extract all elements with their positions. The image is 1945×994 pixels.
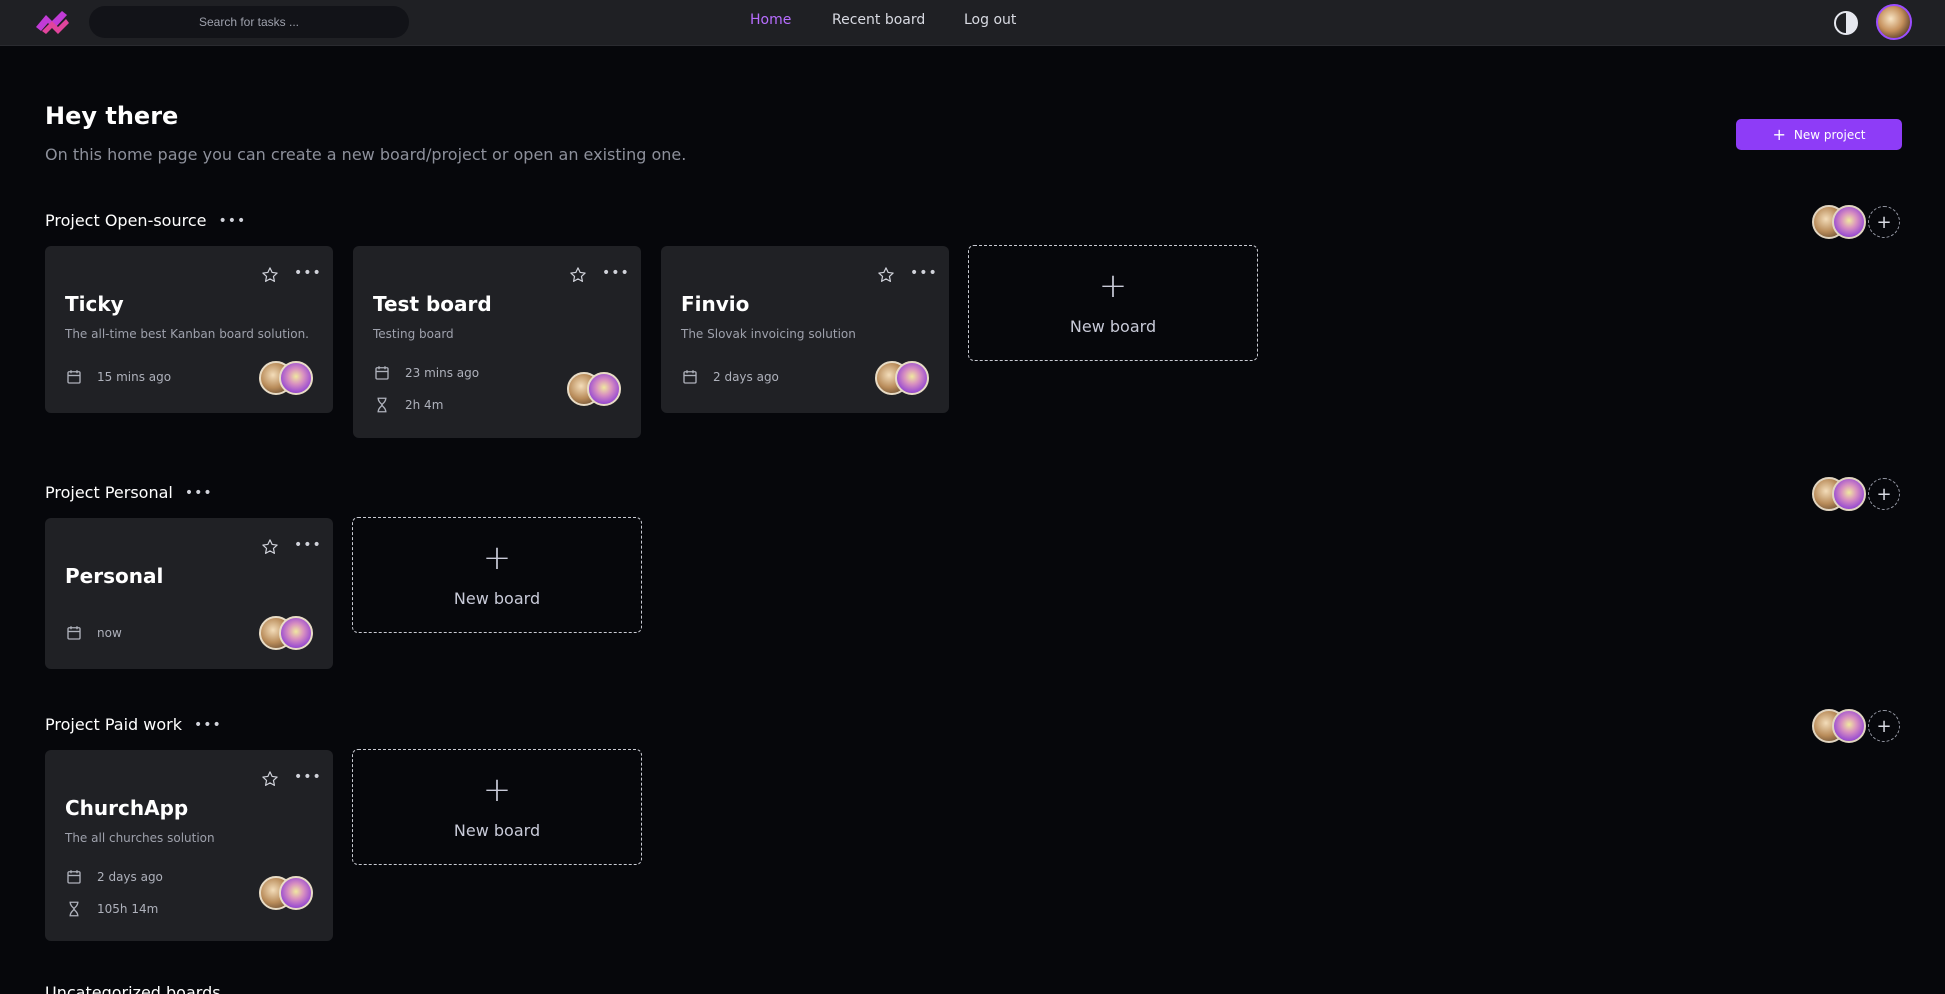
board-members [259, 361, 315, 395]
top-navbar: Search for tasks ... Home Recent board L… [0, 0, 1945, 46]
more-icon[interactable]: ••• [910, 266, 938, 280]
star-icon[interactable] [261, 266, 279, 284]
board-card-ticky[interactable]: ••• Ticky The all-time best Kanban board… [45, 246, 333, 413]
hourglass-icon [377, 397, 387, 413]
new-board-button[interactable]: + New board [352, 517, 642, 633]
member-avatar [279, 616, 313, 650]
board-updated: 2 days ago [65, 868, 163, 886]
more-icon[interactable]: ••• [218, 214, 246, 228]
member-avatar[interactable] [1832, 205, 1866, 239]
board-card-test-board[interactable]: ••• Test board Testing board 23 mins ago… [353, 246, 641, 438]
board-title: ChurchApp [65, 796, 189, 820]
plus-icon: + [1098, 265, 1128, 306]
new-project-label: New project [1793, 127, 1866, 142]
member-avatar[interactable] [1832, 709, 1866, 743]
add-member-button[interactable]: + [1868, 710, 1900, 742]
page-title: Hey there [45, 102, 179, 130]
calendar-icon [67, 370, 81, 384]
board-title: Finvio [681, 292, 750, 316]
calendar-icon [683, 370, 697, 384]
board-updated: 23 mins ago [373, 364, 479, 382]
board-updated-text: now [97, 626, 122, 640]
section-label: Project Open-source [45, 211, 207, 230]
board-title: Test board [373, 292, 492, 316]
add-member-button[interactable]: + [1868, 206, 1900, 238]
user-avatar[interactable] [1876, 4, 1912, 40]
board-updated-text: 15 mins ago [97, 370, 172, 384]
calendar-icon [67, 626, 81, 640]
new-board-button[interactable]: + New board [968, 245, 1258, 361]
section-members: + [1812, 205, 1902, 239]
board-updated-text: 23 mins ago [405, 366, 480, 380]
star-icon[interactable] [877, 266, 895, 284]
section-members: + [1812, 709, 1902, 743]
board-title: Personal [65, 564, 164, 588]
more-icon[interactable]: ••• [294, 266, 322, 280]
plus-icon: + [482, 769, 512, 810]
search-input[interactable]: Search for tasks ... [89, 6, 409, 38]
new-board-button[interactable]: + New board [352, 749, 642, 865]
more-icon[interactable]: ••• [294, 538, 322, 552]
member-avatar [279, 361, 313, 395]
calendar-icon [67, 870, 81, 884]
nav-home[interactable]: Home [750, 12, 791, 28]
board-updated: now [65, 624, 122, 642]
board-card-finvio[interactable]: ••• Finvio The Slovak invoicing solution… [661, 246, 949, 413]
more-icon[interactable]: ••• [294, 770, 322, 784]
board-updated-text: 2 days ago [713, 370, 779, 384]
board-time-spent: 105h 14m [65, 900, 158, 918]
add-member-button[interactable]: + [1868, 478, 1900, 510]
more-icon[interactable]: ••• [602, 266, 630, 280]
plus-icon: + [482, 537, 512, 578]
board-description: The Slovak invoicing solution [681, 327, 856, 341]
member-avatar[interactable] [1832, 477, 1866, 511]
board-time-spent-text: 2h 4m [405, 398, 444, 412]
board-time-spent-text: 105h 14m [97, 902, 159, 916]
more-icon[interactable]: ••• [194, 718, 222, 732]
section-members: + [1812, 477, 1902, 511]
board-time-spent: 2h 4m [373, 396, 443, 414]
calendar-icon [375, 366, 389, 380]
new-board-label: New board [1069, 316, 1157, 336]
page-subtitle: On this home page you can create a new b… [45, 145, 687, 164]
member-avatar [895, 361, 929, 395]
board-members [567, 372, 623, 406]
board-members [875, 361, 931, 395]
new-project-button[interactable]: + New project [1736, 119, 1902, 150]
board-updated: 2 days ago [681, 368, 779, 386]
star-icon[interactable] [261, 538, 279, 556]
section-title-personal: Project Personal ••• [45, 483, 213, 502]
hourglass-icon [69, 901, 79, 917]
more-icon[interactable]: ••• [185, 486, 213, 500]
board-updated-text: 2 days ago [97, 870, 163, 884]
section-title-open-source: Project Open-source ••• [45, 211, 246, 230]
member-avatar [587, 372, 621, 406]
star-icon[interactable] [569, 266, 587, 284]
new-board-label: New board [453, 820, 541, 840]
member-avatar [279, 876, 313, 910]
board-updated: 15 mins ago [65, 368, 171, 386]
nav-recent-board[interactable]: Recent board [832, 12, 925, 28]
search-placeholder: Search for tasks ... [198, 15, 300, 29]
board-description: The all-time best Kanban board solution. [65, 327, 309, 341]
board-description: Testing board [373, 327, 454, 341]
contrast-icon[interactable] [1833, 10, 1859, 36]
plus-icon: + [1772, 124, 1786, 144]
section-label: Project Paid work [45, 715, 182, 734]
section-title-paid-work: Project Paid work ••• [45, 715, 222, 734]
new-board-label: New board [453, 588, 541, 608]
section-label: Project Personal [45, 483, 173, 502]
board-card-personal[interactable]: ••• Personal now [45, 518, 333, 669]
star-icon[interactable] [261, 770, 279, 788]
board-members [259, 616, 315, 650]
board-title: Ticky [65, 292, 124, 316]
board-card-churchapp[interactable]: ••• ChurchApp The all churches solution … [45, 750, 333, 941]
nav-log-out[interactable]: Log out [964, 12, 1016, 28]
logo-icon[interactable] [34, 9, 70, 35]
section-title-uncategorized: Uncategorized boards [45, 983, 221, 994]
board-members [259, 876, 315, 910]
board-description: The all churches solution [65, 831, 215, 845]
